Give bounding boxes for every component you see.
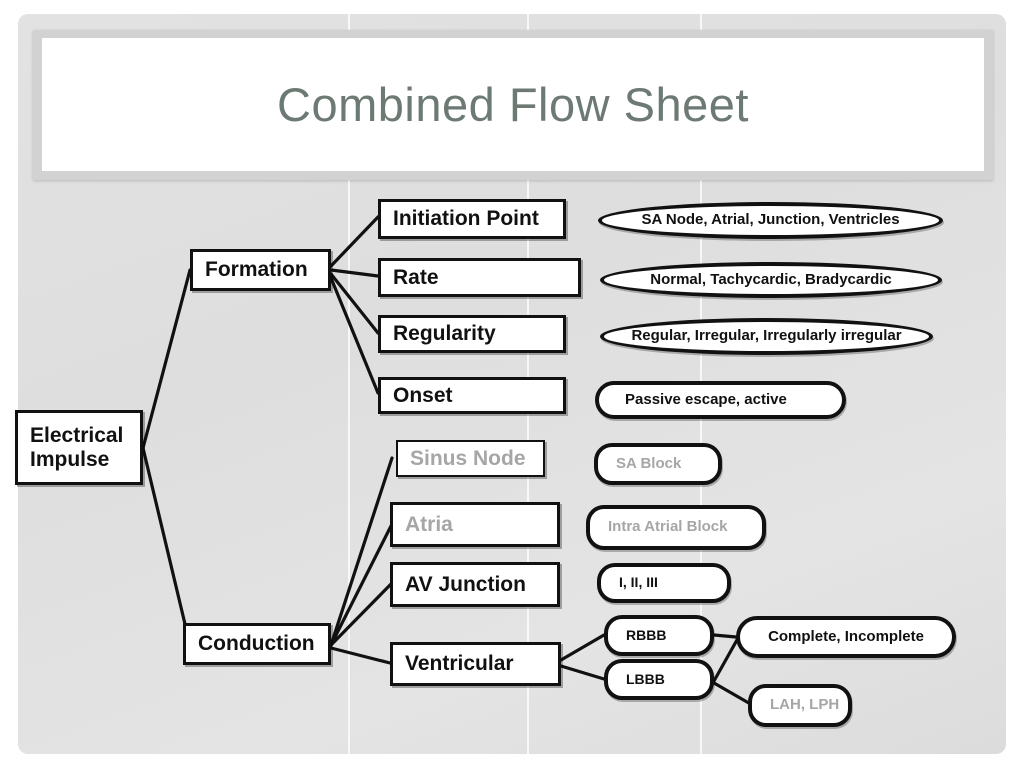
node-rbbb-label: RBBB (626, 626, 667, 643)
value-atria-label: Intra Atrial Block (608, 518, 728, 536)
value-av-junction[interactable]: I, II, III (597, 563, 731, 603)
value-rate[interactable]: Normal, Tachycardic, Bradycardic (600, 262, 942, 298)
node-rate[interactable]: Rate (378, 258, 581, 297)
value-lah-lph[interactable]: LAH, LPH (748, 684, 852, 727)
value-sinus-node[interactable]: SA Block (594, 443, 722, 485)
value-atria[interactable]: Intra Atrial Block (586, 505, 766, 550)
node-onset-label: Onset (393, 383, 453, 407)
node-electrical-impulse-line1: Electrical (30, 423, 124, 447)
node-atria-label: Atria (405, 512, 453, 536)
node-sinus-node-label: Sinus Node (410, 446, 526, 470)
node-sinus-node[interactable]: Sinus Node (396, 440, 545, 477)
page-title: Combined Flow Sheet (277, 78, 749, 131)
node-lbbb-label: LBBB (626, 670, 665, 687)
value-lah-lph-label: LAH, LPH (770, 696, 840, 714)
value-onset[interactable]: Passive escape, active (595, 381, 846, 419)
node-rate-label: Rate (393, 265, 439, 289)
value-complete-incomplete[interactable]: Complete, Incomplete (736, 616, 956, 658)
node-rbbb[interactable]: RBBB (604, 615, 714, 656)
title-box: Combined Flow Sheet (42, 38, 984, 171)
node-conduction-label: Conduction (198, 632, 315, 656)
value-regularity-label: Regular, Irregular, Irregularly irregula… (631, 327, 902, 345)
node-ventricular-label: Ventricular (405, 652, 514, 676)
node-formation[interactable]: Formation (190, 249, 331, 291)
node-initiation-point-label: Initiation Point (393, 207, 539, 231)
value-onset-label: Passive escape, active (625, 390, 787, 408)
value-regularity[interactable]: Regular, Irregular, Irregularly irregula… (600, 318, 933, 355)
node-lbbb[interactable]: LBBB (604, 659, 714, 700)
node-av-junction-label: AV Junction (405, 572, 526, 596)
node-regularity-label: Regularity (393, 322, 496, 346)
node-atria[interactable]: Atria (390, 502, 560, 547)
value-initiation-point-label: SA Node, Atrial, Junction, Ventricles (641, 211, 900, 229)
value-av-junction-label: I, II, III (619, 574, 658, 591)
value-sinus-node-label: SA Block (616, 454, 682, 472)
node-initiation-point[interactable]: Initiation Point (378, 199, 566, 239)
value-complete-incomplete-label: Complete, Incomplete (768, 627, 924, 645)
node-formation-label: Formation (205, 258, 308, 282)
slide-canvas: Combined Flow Sheet Electrical Impulse F… (0, 0, 1024, 768)
node-electrical-impulse-line2: Impulse (30, 447, 110, 471)
node-av-junction[interactable]: AV Junction (390, 562, 560, 607)
node-electrical-impulse[interactable]: Electrical Impulse (15, 410, 143, 485)
node-conduction[interactable]: Conduction (183, 623, 331, 665)
node-regularity[interactable]: Regularity (378, 315, 566, 353)
node-onset[interactable]: Onset (378, 377, 566, 414)
node-ventricular[interactable]: Ventricular (390, 642, 561, 686)
value-initiation-point[interactable]: SA Node, Atrial, Junction, Ventricles (598, 202, 943, 239)
value-rate-label: Normal, Tachycardic, Bradycardic (650, 270, 892, 288)
